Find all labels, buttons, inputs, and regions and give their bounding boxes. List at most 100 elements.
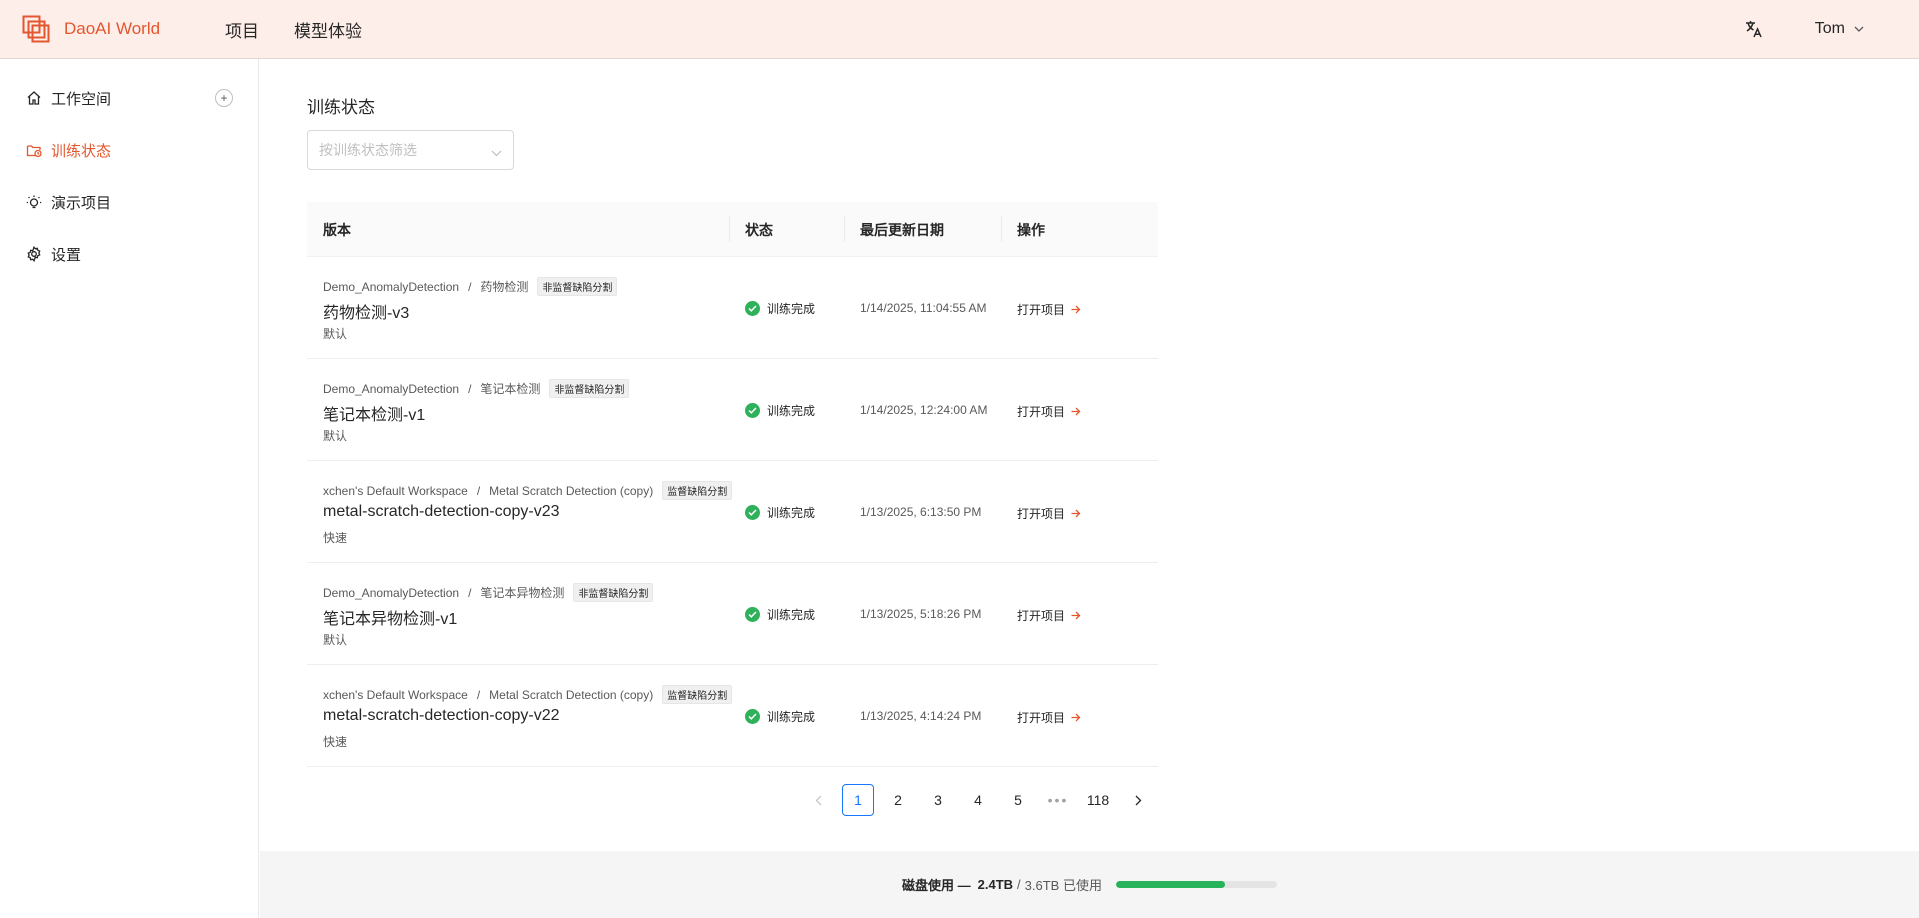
disk-usage-fill	[1115, 881, 1226, 888]
table-row: xchen's Default Workspace / Metal Scratc…	[307, 461, 1158, 563]
logo[interactable]: DaoAI World	[22, 15, 225, 43]
bulb-icon	[25, 193, 43, 211]
logo-icon	[22, 15, 50, 43]
workspace-name[interactable]: Demo_AnomalyDetection	[323, 280, 459, 294]
status-badge: 训练完成	[745, 708, 815, 725]
sidebar-item-label: 训练状态	[51, 142, 112, 160]
status-text: 训练完成	[767, 506, 816, 520]
status-badge: 训练完成	[745, 300, 815, 317]
nav-model-experience[interactable]: 模型体验	[294, 17, 362, 42]
status-text: 训练完成	[767, 404, 816, 418]
sidebar-item-demo-projects[interactable]: 演示项目	[0, 182, 258, 222]
page-2-button[interactable]: 2	[882, 784, 914, 816]
status-filter-select[interactable]: 按训练状态筛选	[307, 130, 514, 170]
open-project-link[interactable]: 打开项目	[1017, 505, 1081, 522]
next-page-button[interactable]	[1122, 784, 1154, 816]
sidebar-item-workspace[interactable]: 工作空间 +	[0, 78, 258, 118]
user-menu[interactable]: Tom	[1815, 20, 1864, 38]
col-version: 版本	[323, 221, 351, 238]
chevron-left-icon	[815, 795, 821, 805]
sidebar-item-settings[interactable]: 设置	[0, 234, 258, 274]
sidebar-item-training-status[interactable]: 训练状态	[0, 130, 258, 170]
model-type-tag: 非监督缺陷分割	[549, 379, 630, 398]
status-text: 训练完成	[767, 608, 816, 622]
model-type-tag: 非监督缺陷分割	[573, 583, 654, 602]
arrow-right-icon	[1071, 509, 1081, 518]
arrow-right-icon	[1071, 713, 1081, 722]
training-table: 版本 状态 最后更新日期 操作 Demo_AnomalyDetection / …	[307, 202, 1158, 767]
main-content: 训练状态 按训练状态筛选 版本 状态 最后更新日期 操作 Demo_Anomal…	[260, 59, 1919, 851]
project-name[interactable]: Metal Scratch Detection (copy)	[489, 688, 653, 702]
table-row: Demo_AnomalyDetection / 药物检测 非监督缺陷分割 药物检…	[307, 257, 1158, 359]
disk-usage-bar	[1115, 881, 1277, 888]
open-project-link[interactable]: 打开项目	[1017, 709, 1081, 726]
open-project-label: 打开项目	[1017, 507, 1066, 521]
project-name[interactable]: 药物检测	[480, 278, 528, 295]
page-title: 训练状态	[307, 98, 375, 117]
gear-icon	[25, 245, 43, 263]
training-mode: 默认	[323, 633, 348, 647]
open-project-link[interactable]: 打开项目	[1017, 403, 1081, 420]
table-row: xchen's Default Workspace / Metal Scratc…	[307, 665, 1158, 767]
page-last-button[interactable]: 118	[1082, 784, 1114, 816]
open-project-link[interactable]: 打开项目	[1017, 301, 1081, 318]
status-badge: 训练完成	[745, 606, 815, 623]
arrow-right-icon	[1071, 305, 1081, 314]
version-name: metal-scratch-detection-copy-v23	[323, 503, 560, 520]
training-mode: 默认	[323, 327, 348, 341]
model-type-tag: 非监督缺陷分割	[537, 277, 618, 296]
workspace-name[interactable]: Demo_AnomalyDetection	[323, 586, 459, 600]
version-name: 笔记本异物检测-v1	[323, 611, 458, 628]
page-1-button[interactable]: 1	[842, 784, 874, 816]
breadcrumb: Demo_AnomalyDetection / 笔记本异物检测 非监督缺陷分割	[323, 583, 654, 602]
disk-slash: /	[1017, 877, 1021, 892]
check-circle-icon	[745, 709, 760, 724]
updated-date: 1/13/2025, 4:14:24 PM	[860, 709, 982, 723]
table-row: Demo_AnomalyDetection / 笔记本异物检测 非监督缺陷分割 …	[307, 563, 1158, 665]
status-badge: 训练完成	[745, 504, 815, 521]
sidebar-item-label: 设置	[51, 246, 82, 264]
column-divider	[844, 216, 845, 242]
workspace-name[interactable]: Demo_AnomalyDetection	[323, 382, 459, 396]
model-type-tag: 监督缺陷分割	[662, 481, 733, 500]
pagination: 1 2 3 4 5 ••• 118	[260, 784, 1919, 816]
nav-projects[interactable]: 项目	[225, 17, 259, 42]
open-project-label: 打开项目	[1017, 711, 1066, 725]
language-icon[interactable]	[1743, 18, 1765, 40]
open-project-label: 打开项目	[1017, 405, 1066, 419]
page-ellipsis[interactable]: •••	[1042, 784, 1074, 816]
status-text: 训练完成	[767, 302, 816, 316]
home-icon	[25, 89, 43, 107]
arrow-right-icon	[1071, 407, 1081, 416]
filter-placeholder: 按训练状态筛选	[319, 142, 417, 158]
page-4-button[interactable]: 4	[962, 784, 994, 816]
disk-used: 2.4TB	[977, 877, 1014, 892]
check-circle-icon	[745, 607, 760, 622]
check-circle-icon	[745, 505, 760, 520]
arrow-right-icon	[1071, 611, 1081, 620]
project-name[interactable]: Metal Scratch Detection (copy)	[489, 484, 653, 498]
sidebar: 工作空间 + 训练状态 演示项目 设置	[0, 59, 259, 918]
column-divider	[729, 216, 730, 242]
user-name: Tom	[1814, 20, 1845, 37]
workspace-name[interactable]: xchen's Default Workspace	[323, 484, 468, 498]
add-workspace-button[interactable]: +	[215, 89, 233, 107]
check-circle-icon	[745, 403, 760, 418]
col-action: 操作	[1017, 221, 1045, 238]
workspace-name[interactable]: xchen's Default Workspace	[323, 688, 468, 702]
open-project-link[interactable]: 打开项目	[1017, 607, 1081, 624]
prev-page-button[interactable]	[802, 784, 834, 816]
status-badge: 训练完成	[745, 402, 815, 419]
training-mode: 默认	[323, 429, 348, 443]
disk-usage-label: 磁盘使用 —	[902, 878, 971, 893]
check-circle-icon	[745, 301, 760, 316]
project-name[interactable]: 笔记本检测	[480, 380, 540, 397]
project-name[interactable]: 笔记本异物检测	[480, 584, 564, 601]
breadcrumb: Demo_AnomalyDetection / 笔记本检测 非监督缺陷分割	[323, 379, 630, 398]
page-3-button[interactable]: 3	[922, 784, 954, 816]
sidebar-item-label: 演示项目	[51, 194, 112, 212]
open-project-label: 打开项目	[1017, 609, 1066, 623]
breadcrumb: Demo_AnomalyDetection / 药物检测 非监督缺陷分割	[323, 277, 618, 296]
page-5-button[interactable]: 5	[1002, 784, 1034, 816]
updated-date: 1/13/2025, 5:18:26 PM	[860, 607, 982, 621]
